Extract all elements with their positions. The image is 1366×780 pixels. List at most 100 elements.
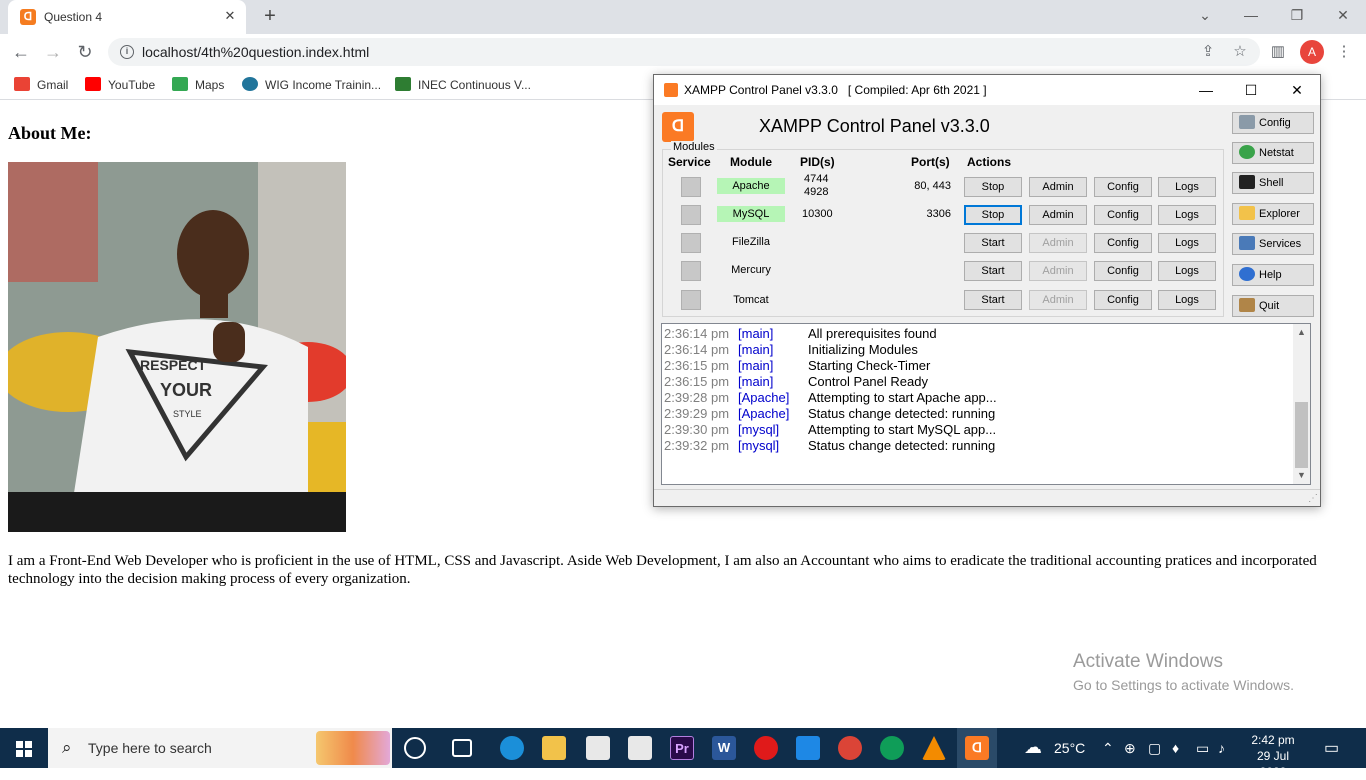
menu-kebab-icon[interactable]: ⋮ (1332, 40, 1356, 64)
tab-search-icon[interactable]: ⌄ (1182, 0, 1228, 30)
shirt-text-style: STYLE (173, 409, 202, 419)
netstat-side-button[interactable]: Netstat (1232, 142, 1314, 164)
resize-grip-icon[interactable]: ⋰ (1308, 493, 1318, 504)
stop-button-apache[interactable]: Stop (964, 177, 1022, 197)
log-text: Initializing Modules (808, 342, 918, 357)
side-panel-icon[interactable]: ▥ (1266, 40, 1290, 64)
profile-avatar[interactable]: A (1300, 40, 1324, 64)
notifications-icon[interactable]: ▭ (1324, 738, 1339, 758)
reload-icon[interactable]: ↻ (72, 40, 98, 64)
bookmark-star-icon[interactable]: ☆ (1228, 40, 1252, 64)
scroll-thumb[interactable] (1295, 402, 1308, 468)
network-globe-icon[interactable]: ⊕ (1124, 740, 1136, 757)
volume-icon[interactable]: ♪ (1218, 740, 1225, 756)
vscode-icon[interactable] (796, 736, 820, 760)
xampp-window: XAMPP Control Panel v3.3.0 [ Compiled: A… (653, 74, 1321, 507)
admin-button-apache[interactable]: Admin (1029, 177, 1087, 197)
col-port: Port(s) (911, 155, 950, 169)
log-text: Attempting to start MySQL app... (808, 422, 997, 437)
activate-windows-title: Activate Windows (1073, 651, 1223, 672)
bookmark-inec[interactable]: INEC Continuous V... (395, 77, 531, 93)
tray-chevron-icon[interactable]: ⌃ (1102, 740, 1114, 757)
logs-button-filezilla[interactable]: Logs (1158, 233, 1216, 253)
taskbar-search[interactable]: ⌕ Type here to search (48, 728, 392, 768)
search-highlight-art (316, 731, 390, 765)
logs-button-mysql[interactable]: Logs (1158, 205, 1216, 225)
admin-button-mysql[interactable]: Admin (1029, 205, 1087, 225)
config-side-button[interactable]: Config (1232, 112, 1314, 134)
word-icon[interactable]: W (712, 736, 736, 760)
config-button-mysql[interactable]: Config (1094, 205, 1152, 225)
share-icon[interactable]: ⇪ (1196, 40, 1220, 64)
service-checkbox-apache[interactable] (681, 177, 701, 197)
edge-icon[interactable] (500, 736, 524, 760)
battery-icon[interactable]: ▭ (1196, 740, 1209, 757)
mail-icon[interactable] (628, 736, 652, 760)
quit-side-button[interactable]: Quit (1232, 295, 1314, 317)
site-info-icon[interactable]: i (120, 45, 134, 59)
close-tab-icon[interactable]: ✕ (222, 8, 238, 24)
file-explorer-icon[interactable] (542, 736, 566, 760)
logs-button-mercury[interactable]: Logs (1158, 261, 1216, 281)
browser-tab[interactable]: ᗡ Question 4 ✕ (8, 0, 246, 34)
service-checkbox-mercury[interactable] (681, 261, 701, 281)
start-button-filezilla[interactable]: Start (964, 233, 1022, 253)
bookmark-wig[interactable]: WIG Income Trainin... (242, 77, 381, 93)
xampp-taskbar-icon[interactable]: ᗡ (965, 736, 989, 760)
bookmark-maps[interactable]: Maps (172, 77, 224, 93)
log-panel[interactable]: 2:36:14 pm [main] All prerequisites found … (661, 323, 1311, 485)
help-side-button[interactable]: Help (1232, 264, 1314, 286)
back-icon[interactable]: ← (8, 40, 34, 64)
log-time: 2:36:14 pm (664, 326, 730, 341)
xampp-favicon-icon: ᗡ (20, 9, 36, 25)
xampp-minimize-button[interactable]: — (1191, 79, 1221, 101)
chrome-profile-icon[interactable] (880, 736, 904, 760)
stop-button-mysql[interactable]: Stop (964, 205, 1022, 225)
port-mysql: 3306 (926, 208, 951, 220)
logs-button-tomcat[interactable]: Logs (1158, 290, 1216, 310)
bookmark-youtube[interactable]: YouTube (85, 77, 155, 93)
scroll-down-icon[interactable]: ▼ (1293, 467, 1310, 484)
config-button-apache[interactable]: Config (1094, 177, 1152, 197)
config-button-mercury[interactable]: Config (1094, 261, 1152, 281)
minimize-button[interactable]: — (1228, 0, 1274, 30)
start-button[interactable] (0, 728, 48, 768)
service-checkbox-mysql[interactable] (681, 205, 701, 225)
xampp-titlebar[interactable]: XAMPP Control Panel v3.3.0 [ Compiled: A… (654, 75, 1320, 105)
start-button-tomcat[interactable]: Start (964, 290, 1022, 310)
service-checkbox-tomcat[interactable] (681, 290, 701, 310)
config-button-filezilla[interactable]: Config (1094, 233, 1152, 253)
forward-icon[interactable]: → (40, 40, 66, 64)
cloud-icon[interactable]: ☁ (1024, 737, 1042, 758)
help-icon (1239, 267, 1255, 281)
restore-button[interactable]: ❐ (1274, 0, 1320, 30)
chrome-icon[interactable] (838, 736, 862, 760)
vlc-icon[interactable] (922, 736, 946, 760)
explorer-side-button[interactable]: Explorer (1232, 203, 1314, 225)
task-view-icon[interactable] (452, 739, 472, 757)
logs-button-apache[interactable]: Logs (1158, 177, 1216, 197)
close-window-button[interactable]: ✕ (1320, 0, 1366, 30)
bookmark-gmail[interactable]: Gmail (14, 77, 68, 93)
cortana-icon[interactable] (404, 737, 426, 759)
config-button-tomcat[interactable]: Config (1094, 290, 1152, 310)
store-icon[interactable] (586, 736, 610, 760)
services-side-button[interactable]: Services (1232, 233, 1314, 255)
temperature-text[interactable]: 25°C (1054, 740, 1085, 756)
new-tab-button[interactable]: + (258, 6, 282, 28)
xampp-close-button[interactable]: ✕ (1282, 79, 1312, 101)
microphone-icon[interactable]: ♦ (1172, 740, 1179, 756)
start-button-mercury[interactable]: Start (964, 261, 1022, 281)
system-clock[interactable]: 2:42 pm 29 Jul 2022 (1244, 732, 1302, 780)
log-scrollbar[interactable]: ▲ ▼ (1293, 324, 1310, 484)
opera-icon[interactable] (754, 736, 778, 760)
xampp-maximize-button[interactable]: ☐ (1236, 79, 1266, 101)
url-text[interactable]: localhost/4th%20question.index.html (142, 44, 369, 60)
shell-side-button[interactable]: Shell (1232, 172, 1314, 194)
tab-strip: ᗡ Question 4 ✕ + ⌄ — ❐ ✕ (0, 0, 1366, 34)
device-icon[interactable]: ▢ (1148, 740, 1161, 757)
service-checkbox-filezilla[interactable] (681, 233, 701, 253)
address-bar[interactable]: i localhost/4th%20question.index.html (108, 38, 1260, 66)
scroll-up-icon[interactable]: ▲ (1293, 324, 1310, 341)
premiere-icon[interactable]: Pr (670, 736, 694, 760)
